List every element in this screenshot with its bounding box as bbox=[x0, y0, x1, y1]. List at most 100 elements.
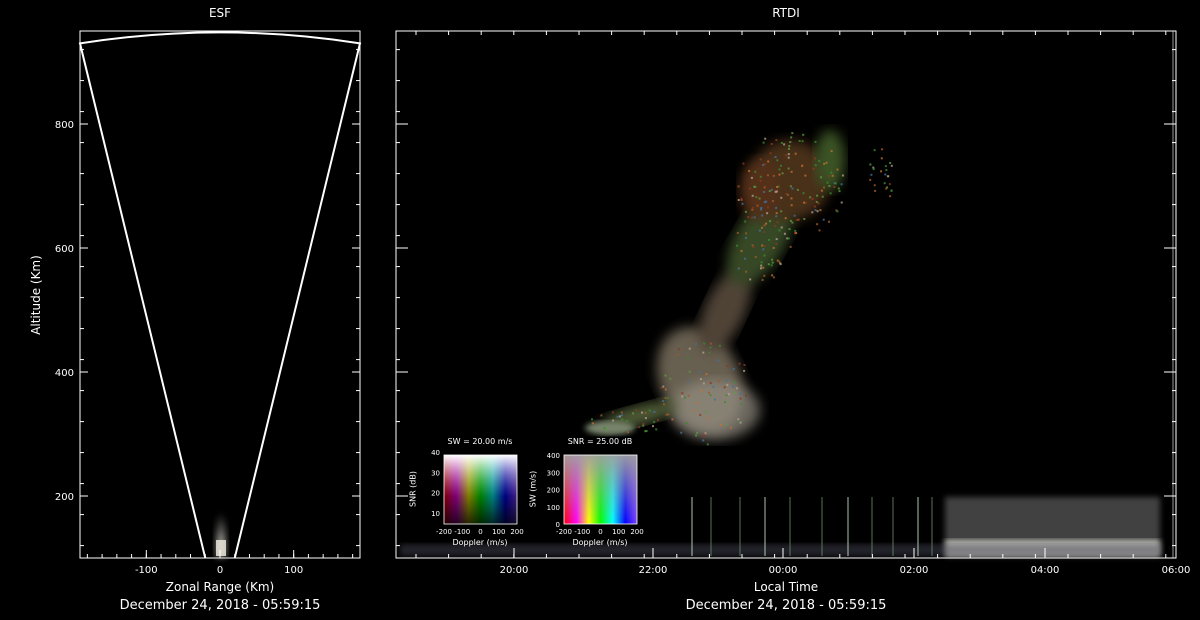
rtdi-speckle-dot bbox=[709, 342, 712, 345]
rtdi-speckle-dot bbox=[795, 218, 798, 221]
rtdi-speckle-dot bbox=[740, 403, 743, 406]
rtdi-speckle-dot bbox=[695, 434, 698, 437]
rtdi-speckle-dot bbox=[724, 401, 727, 404]
rtdi-speckle-dot bbox=[780, 196, 783, 199]
rtdi-speckle-dot bbox=[779, 263, 782, 266]
rtdi-speckle-dot bbox=[802, 133, 805, 136]
rtdi-speckle-dot bbox=[763, 245, 766, 247]
rtdi-speckle-dot bbox=[763, 201, 766, 204]
rtdi-speckle-dot bbox=[888, 183, 891, 186]
rtdi-speckle-dot bbox=[744, 257, 747, 260]
esf-echo-core bbox=[216, 540, 226, 556]
rtdi-speckle-dot bbox=[780, 164, 782, 167]
rtdi-speckle-dot bbox=[740, 250, 743, 253]
rtdi-speckle-dot bbox=[809, 196, 812, 199]
legend-xtick-label: -200 bbox=[436, 528, 452, 536]
rtdi-speckle-dot bbox=[705, 411, 707, 414]
rtdi-speckle-dot bbox=[752, 246, 755, 249]
rtdi-speckle-dot bbox=[760, 267, 762, 270]
rtdi-speckle-dot bbox=[775, 206, 778, 209]
rtdi-speckle-dot bbox=[726, 365, 729, 368]
rtdi-speckle-dot bbox=[600, 414, 603, 417]
rtdi-speckle-dot bbox=[819, 209, 822, 212]
rtdi-speckle-dot bbox=[774, 156, 777, 158]
rtdi-speckle-dot bbox=[769, 220, 771, 223]
esf-ytick-label: 200 bbox=[55, 492, 74, 503]
rtdi-speckle-dot bbox=[641, 411, 643, 414]
rtdi-speckle-dot bbox=[840, 201, 843, 204]
rtdi-speckle-dot bbox=[681, 392, 684, 395]
rtdi-speckle-dot bbox=[790, 136, 793, 139]
rtdi-xtick-label: 20:00 bbox=[500, 565, 529, 576]
rtdi-speckle-dot bbox=[804, 174, 807, 177]
rtdi-speckle-dot bbox=[767, 263, 770, 266]
rtdi-speckle-dot bbox=[727, 393, 730, 396]
rtdi-speckle-dot bbox=[667, 397, 670, 400]
rtdi-speckle-dot bbox=[785, 154, 788, 157]
rtdi-speckle-dot bbox=[696, 402, 699, 404]
rtdi-speckle-dot bbox=[709, 346, 712, 349]
legend-xtick-label: 200 bbox=[630, 528, 643, 536]
esf-ytick-label: 800 bbox=[55, 120, 74, 131]
rtdi-speckle-dot bbox=[605, 428, 608, 431]
rtdi-speckle-dot bbox=[788, 228, 791, 231]
rtdi-speckle-dot bbox=[709, 382, 712, 385]
esf-xlabel: Zonal Range (Km) bbox=[165, 580, 275, 594]
rtdi-speckle-dot bbox=[771, 258, 774, 261]
legend-ytick-label: 10 bbox=[431, 510, 440, 518]
rtdi-speckle-dot bbox=[738, 362, 741, 365]
rtdi-speckle-dot bbox=[655, 428, 658, 431]
rtdi-speckle-dot bbox=[732, 385, 734, 388]
rtdi-speckle-dot bbox=[831, 174, 834, 177]
rtdi-speckle-dot bbox=[825, 161, 828, 164]
esf-xtick-label: 0 bbox=[217, 565, 223, 576]
rtdi-speckle-dot bbox=[814, 157, 816, 160]
rtdi-speckle-dot bbox=[708, 351, 711, 354]
rtdi-speckle-dot bbox=[784, 217, 787, 220]
rtdi-speckle-dot bbox=[763, 186, 766, 189]
rtdi-speckle-dot bbox=[662, 385, 665, 388]
rtdi-speckle-dot bbox=[671, 418, 674, 421]
rtdi-speckle-dot bbox=[693, 409, 696, 412]
rtdi-speckle-dot bbox=[734, 391, 736, 394]
rtdi-speckle-dot bbox=[816, 223, 819, 226]
rtdi-speckle-dot bbox=[783, 143, 786, 146]
rtdi-speckle-dot bbox=[828, 220, 830, 223]
rtdi-speckle-dot bbox=[818, 159, 821, 162]
rtdi-speckle-dot bbox=[687, 357, 689, 360]
rtdi-speckle-dot bbox=[820, 189, 823, 192]
rtdi-speckle-dot bbox=[775, 139, 778, 142]
rtdi-speckle-dot bbox=[823, 186, 825, 189]
rtdi-speckle-dot bbox=[785, 193, 788, 195]
rtdi-speckle-dot bbox=[780, 142, 783, 144]
rtdi-speckle-dot bbox=[828, 175, 831, 178]
rtdi-speckle-dot bbox=[734, 381, 736, 383]
rtdi-speckle-dot bbox=[775, 190, 778, 193]
rtdi-speckle-dot bbox=[838, 190, 841, 193]
rtdi-speckle-dot bbox=[767, 160, 770, 163]
chart-canvas: 200400600800-100 0 100 20:00 22:00 00:00 02:0… bbox=[55, 30, 1190, 576]
rtdi-speckle-dot bbox=[767, 206, 769, 209]
legend1-xlabel: Doppler (m/s) bbox=[452, 538, 508, 547]
rtdi-speckle-dot bbox=[702, 351, 705, 354]
rtdi-speckle-dot bbox=[794, 152, 797, 155]
rtdi-speckle-dot bbox=[684, 396, 687, 399]
rtdi-speckle-dot bbox=[803, 218, 806, 220]
rtdi-speckle-dot bbox=[748, 187, 751, 190]
legend-ytick-label: 200 bbox=[547, 487, 560, 495]
rtdi-speckle-dot bbox=[790, 197, 793, 200]
legend1-fade-dark bbox=[444, 455, 517, 524]
rtdi-speckle-dot bbox=[638, 426, 641, 429]
rtdi-speckle-dot bbox=[890, 164, 893, 167]
rtdi-speckle-dot bbox=[723, 386, 726, 389]
rtdi-speckle-dot bbox=[760, 206, 763, 209]
rtdi-speckle-dot bbox=[771, 261, 774, 264]
rtdi-speckle-dot bbox=[759, 158, 762, 161]
rtdi-speckle-dot bbox=[873, 184, 876, 187]
rtdi-speckle-dot bbox=[669, 377, 672, 380]
rtdi-speckle-dot bbox=[770, 188, 773, 191]
rtdi-speckle-dot bbox=[816, 194, 819, 197]
rtdi-speckle-dot bbox=[880, 157, 883, 160]
rtdi-speckle-dot bbox=[748, 170, 751, 172]
legend-xtick-label: 100 bbox=[612, 528, 625, 536]
